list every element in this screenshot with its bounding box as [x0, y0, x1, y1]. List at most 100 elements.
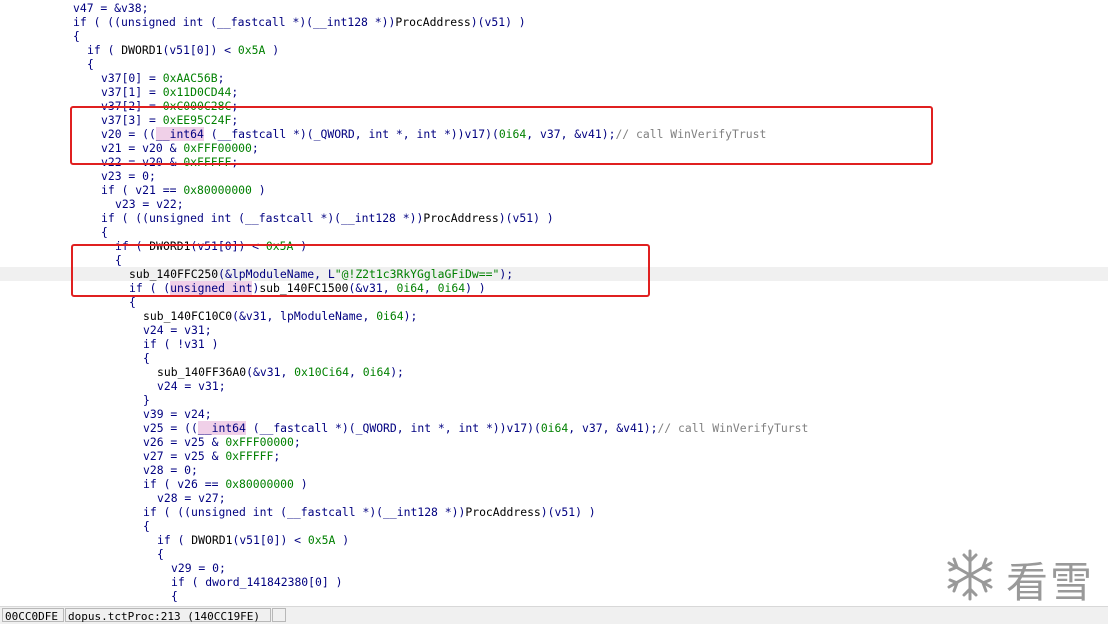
code-token-var[interactable]: v24 — [157, 379, 178, 393]
code-token-var[interactable]: v17 — [507, 421, 528, 435]
code-token-txt: ( (( — [114, 211, 150, 225]
code-line[interactable]: v28 = v27; — [0, 491, 1108, 505]
code-token-var[interactable]: v26 — [177, 477, 198, 491]
code-token-var[interactable]: v28 — [143, 463, 164, 477]
code-line[interactable]: { — [0, 57, 1108, 71]
code-token-txt: ( — [203, 15, 218, 29]
code-token-var[interactable]: v24 — [143, 323, 164, 337]
code-token-cm: // call WinVerifyTurst — [657, 421, 809, 435]
code-line[interactable]: { — [0, 225, 1108, 239]
code-token-fn[interactable]: ProcAddress — [423, 211, 498, 225]
code-token-txt: ; — [273, 449, 281, 463]
code-token-var[interactable]: v47 — [73, 1, 94, 15]
code-token-var[interactable]: v51 — [485, 15, 506, 29]
code-token-var[interactable]: dword_141842380 — [205, 575, 308, 589]
code-token-var[interactable]: v31 — [184, 323, 205, 337]
code-token-var[interactable]: v51 — [555, 505, 576, 519]
code-line[interactable]: v24 = v31; — [0, 379, 1108, 393]
kanxue-watermark: 看雪 — [942, 545, 1102, 607]
status-address[interactable]: 00CC0DFE — [2, 608, 64, 623]
code-token-txt: )( — [498, 211, 513, 225]
code-line[interactable]: v27 = v25 & 0xFFFFF; — [0, 449, 1108, 463]
code-line[interactable]: if ( v26 == 0x80000000 ) — [0, 477, 1108, 491]
code-line[interactable]: { — [0, 351, 1108, 365]
code-token-var[interactable]: v26 — [143, 435, 164, 449]
code-token-var[interactable]: v23 — [101, 169, 122, 183]
code-line[interactable]: v28 = 0; — [0, 463, 1108, 477]
code-line[interactable]: v25 = ((__int64 (__fastcall *)(_QWORD, i… — [0, 421, 1108, 435]
code-token-fn[interactable]: DWORD1 — [121, 43, 162, 57]
code-token-fn[interactable]: DWORD1 — [191, 533, 232, 547]
code-token-fn[interactable]: ProcAddress — [395, 15, 470, 29]
code-token-var[interactable]: v31 — [184, 337, 205, 351]
code-line[interactable]: if ( ((unsigned int (__fastcall *)(__int… — [0, 505, 1108, 519]
pseudocode-view[interactable]: v47 = &v38; if ( ((unsigned int (__fastca… — [0, 0, 1108, 606]
code-line[interactable]: sub_140FF36A0(&v31, 0x10Ci64, 0i64); — [0, 365, 1108, 379]
code-line[interactable]: v23 = v22; — [0, 197, 1108, 211]
code-line[interactable]: if ( ((unsigned int (__fastcall *)(__int… — [0, 211, 1108, 225]
code-line[interactable]: if ( DWORD1(v51[0]) < 0x5A ) — [0, 43, 1108, 57]
code-token-var[interactable]: v29 — [171, 561, 192, 575]
code-token-var[interactable]: v37 — [101, 71, 122, 85]
code-token-var[interactable]: v39 — [143, 407, 164, 421]
code-token-var[interactable]: v31 — [198, 379, 219, 393]
code-token-var[interactable]: v25 — [143, 421, 164, 435]
code-token-var[interactable]: v37 — [582, 421, 603, 435]
code-token-fn[interactable]: sub_140FC10C0 — [143, 309, 232, 323]
code-token-var[interactable]: v51 — [513, 211, 534, 225]
code-token-txt: , — [266, 309, 281, 323]
code-token-txt: ( — [273, 505, 288, 519]
code-token-num: 0x5A — [237, 43, 266, 57]
code-token-var[interactable]: v24 — [184, 407, 205, 421]
code-line[interactable]: { — [0, 29, 1108, 43]
code-token-var[interactable]: v27 — [143, 449, 164, 463]
code-token-tp: __int128 — [383, 505, 438, 519]
code-line[interactable]: v39 = v24; — [0, 407, 1108, 421]
code-token-txt: ( (( — [86, 15, 122, 29]
code-token-fn[interactable]: ProcAddress — [465, 505, 540, 519]
code-token-var[interactable]: v23 — [115, 197, 136, 211]
code-token-txt: ( — [100, 43, 122, 57]
code-token-txt: , — [396, 421, 411, 435]
code-token-txt: [1] = — [121, 85, 163, 99]
code-line[interactable]: v24 = v31; — [0, 323, 1108, 337]
code-token-txt: { — [87, 57, 94, 71]
code-token-var[interactable]: v41 — [623, 421, 644, 435]
code-token-var[interactable]: v51 — [239, 533, 260, 547]
code-token-num: 0x80000000 — [225, 477, 294, 491]
code-line[interactable]: if ( ((unsigned int (__fastcall *)(__int… — [0, 15, 1108, 29]
code-token-txt: = & — [93, 1, 122, 15]
code-token-var[interactable]: v31 — [260, 365, 281, 379]
status-location[interactable]: dopus.tctProc:213 (140CC19FE) — [65, 608, 271, 623]
code-token-txt: , — [349, 365, 363, 379]
code-token-fn[interactable]: sub_140FF36A0 — [157, 365, 246, 379]
code-line[interactable]: v47 = &v38; — [0, 1, 1108, 15]
code-token-var[interactable]: v51 — [169, 43, 190, 57]
code-token-var[interactable]: v25 — [184, 449, 205, 463]
code-token-var[interactable]: v25 — [184, 435, 205, 449]
code-line[interactable]: sub_140FC10C0(&v31, lpModuleName, 0i64); — [0, 309, 1108, 323]
code-line[interactable]: v37[1] = 0x11D0CD44; — [0, 85, 1108, 99]
code-line[interactable]: { — [0, 295, 1108, 309]
code-token-txt: *)( — [355, 505, 384, 519]
code-token-var[interactable]: v28 — [157, 491, 178, 505]
code-token-var[interactable]: v27 — [198, 491, 219, 505]
code-line[interactable]: if ( !v31 ) — [0, 337, 1108, 351]
code-token-var[interactable]: v31 — [246, 309, 267, 323]
code-token-num: 0i64 — [540, 421, 569, 435]
code-token-txt: *)( — [285, 15, 314, 29]
code-line[interactable]: v37[0] = 0xAAC56B; — [0, 71, 1108, 85]
code-line[interactable]: v26 = v25 & 0xFFF00000; — [0, 435, 1108, 449]
code-line[interactable]: } — [0, 393, 1108, 407]
code-token-var[interactable]: lpModuleName — [280, 309, 362, 323]
code-line[interactable]: if ( v21 == 0x80000000 ) — [0, 183, 1108, 197]
code-line[interactable]: { — [0, 519, 1108, 533]
code-token-var[interactable]: v38 — [121, 1, 142, 15]
code-token-txt: { — [73, 29, 80, 43]
code-token-var[interactable]: v21 — [135, 183, 156, 197]
code-token-var[interactable]: v22 — [156, 197, 177, 211]
code-token-txt: { — [157, 547, 164, 561]
code-token-kw: if — [143, 505, 157, 519]
code-line[interactable]: v23 = 0; — [0, 169, 1108, 183]
code-token-var[interactable]: v37 — [101, 85, 122, 99]
